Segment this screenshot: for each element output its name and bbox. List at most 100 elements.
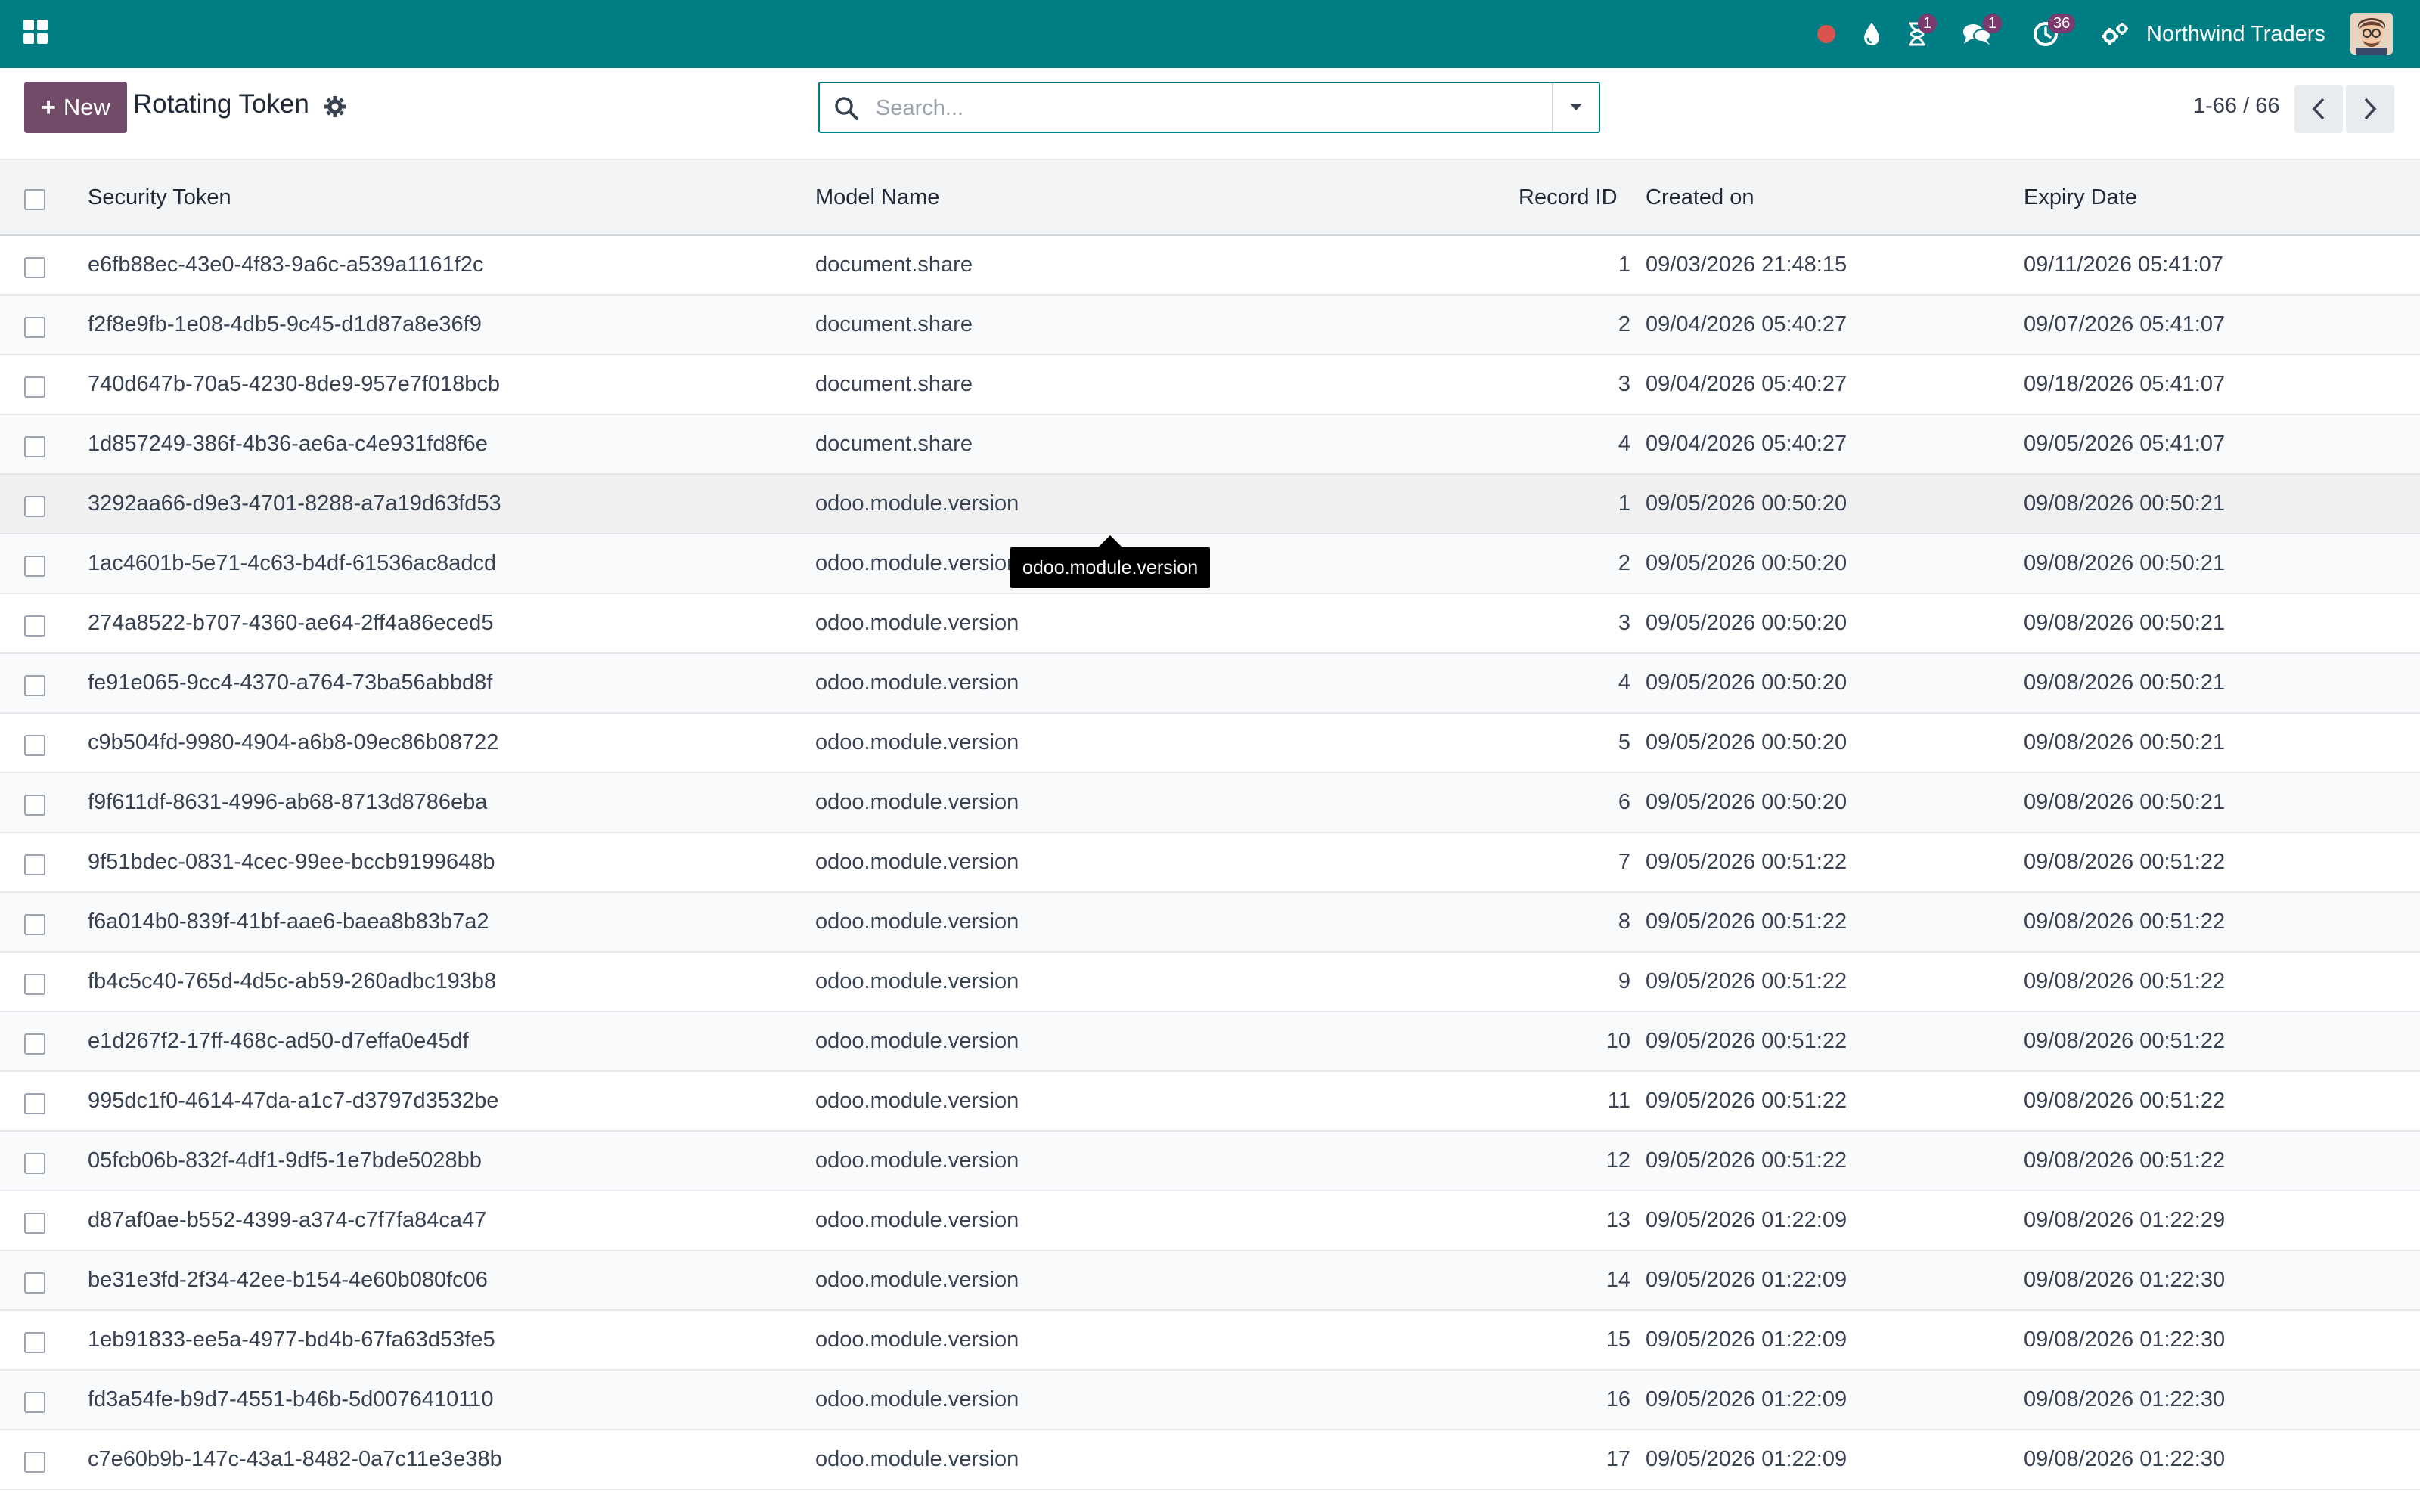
user-avatar[interactable] [2350,13,2393,55]
cell-model-name[interactable]: odoo.module.version [815,952,1519,1012]
table-row[interactable]: f2f8e9fb-1e08-4db5-9c45-d1d87a8e36f9 docu… [0,295,2420,355]
cell-model-name[interactable]: odoo.module.version [815,474,1519,534]
cell-security-token[interactable]: 1ac4601b-5e71-4c63-b4df-61536ac8adcd [76,534,815,594]
cell-model-name[interactable]: odoo.module.version [815,593,1519,654]
table-row[interactable]: fe91e065-9cc4-4370-a764-73ba56abbd8f odoo… [0,653,2420,714]
row-checkbox[interactable] [24,794,45,816]
column-header-model-name[interactable]: Model Name [815,160,1519,236]
table-row[interactable]: 740d647b-70a5-4230-8de9-957e7f018bcb docu… [0,355,2420,415]
activity-clock-icon[interactable] [2031,0,2060,68]
cell-record-id[interactable]: 11 [1519,1071,1646,1132]
table-row[interactable]: 3292aa66-d9e3-4701-8288-a7a19d63fd53 odoo… [0,474,2420,534]
cell-created-on[interactable]: 09/05/2026 01:22:09 [1646,1430,2024,1490]
cell-created-on[interactable]: 09/05/2026 00:50:20 [1646,534,2024,594]
cell-record-id[interactable]: 8 [1519,892,1646,953]
cell-model-name[interactable]: odoo.module.version [815,773,1519,833]
cell-expiry-date[interactable]: 09/07/2026 05:41:07 [2024,295,2420,355]
row-checkbox[interactable] [24,734,45,756]
cell-security-token[interactable]: d87af0ae-b552-4399-a374-c7f7fa84ca47 [76,1191,815,1251]
cell-record-id[interactable]: 9 [1519,952,1646,1012]
cell-created-on[interactable]: 09/05/2026 01:22:09 [1646,1191,2024,1251]
row-checkbox[interactable] [24,1331,45,1353]
table-row[interactable]: c7e60b9b-147c-43a1-8482-0a7c11e3e38b odoo… [0,1430,2420,1490]
cell-expiry-date[interactable]: 09/08/2026 00:50:21 [2024,653,2420,714]
cell-security-token[interactable]: 9f51bdec-0831-4cec-99ee-bccb9199648b [76,832,815,893]
cell-created-on[interactable]: 09/05/2026 00:50:20 [1646,713,2024,773]
table-row[interactable]: fd3a54fe-b9d7-4551-b46b-5d0076410110 odoo… [0,1370,2420,1430]
cell-created-on[interactable]: 09/05/2026 00:50:20 [1646,773,2024,833]
table-row[interactable]: f6a014b0-839f-41bf-aae6-baea8b83b7a2 odoo… [0,892,2420,953]
cell-expiry-date[interactable]: 09/08/2026 00:51:22 [2024,1012,2420,1072]
cell-model-name[interactable]: document.share [815,295,1519,355]
table-row[interactable]: fb4c5c40-765d-4d5c-ab59-260adbc193b8 odoo… [0,952,2420,1012]
cell-model-name[interactable]: odoo.module.version [815,653,1519,714]
cell-model-name[interactable]: odoo.module.version [815,1370,1519,1430]
table-row[interactable]: 1eb91833-ee5a-4977-bd4b-67fa63d53fe5 odoo… [0,1310,2420,1371]
column-header-expiry-date[interactable]: Expiry Date [2024,160,2420,236]
cell-security-token[interactable]: f2f8e9fb-1e08-4db5-9c45-d1d87a8e36f9 [76,295,815,355]
cell-expiry-date[interactable]: 09/08/2026 01:22:30 [2024,1430,2420,1490]
cell-model-name[interactable]: odoo.module.version [815,1310,1519,1371]
cell-security-token[interactable]: f9f611df-8631-4996-ab68-8713d8786eba [76,773,815,833]
cell-model-name[interactable]: odoo.module.version [815,1071,1519,1132]
row-checkbox[interactable] [24,1272,45,1294]
row-checkbox[interactable] [24,1092,45,1114]
cell-expiry-date[interactable]: 09/08/2026 00:50:21 [2024,534,2420,594]
table-row[interactable]: 1d857249-386f-4b36-ae6a-c4e931fd8f6e docu… [0,414,2420,475]
cell-expiry-date[interactable]: 09/08/2026 01:22:29 [2024,1191,2420,1251]
gear-icon[interactable] [324,95,346,118]
cell-expiry-date[interactable]: 09/08/2026 01:22:30 [2024,1310,2420,1371]
cell-security-token[interactable]: be31e3fd-2f34-42ee-b154-4e60b080fc06 [76,1250,815,1311]
row-checkbox[interactable] [24,1212,45,1234]
row-checkbox[interactable] [24,615,45,637]
cell-created-on[interactable]: 09/05/2026 00:51:22 [1646,832,2024,893]
new-button[interactable]: + New [24,82,127,133]
cell-model-name[interactable]: odoo.module.version [815,1191,1519,1251]
cell-security-token[interactable]: e1d267f2-17ff-468c-ad50-d7effa0e45df [76,1012,815,1072]
cell-expiry-date[interactable]: 09/08/2026 00:51:22 [2024,1131,2420,1191]
cell-security-token[interactable]: 1eb91833-ee5a-4977-bd4b-67fa63d53fe5 [76,1310,815,1371]
row-checkbox[interactable] [24,854,45,875]
cell-expiry-date[interactable]: 09/08/2026 00:50:21 [2024,773,2420,833]
cell-created-on[interactable]: 09/04/2026 05:40:27 [1646,355,2024,415]
table-row[interactable]: 05fcb06b-832f-4df1-9df5-1e7bde5028bb odoo… [0,1131,2420,1191]
table-row[interactable]: e6fb88ec-43e0-4f83-9a6c-a539a1161f2c docu… [0,235,2420,296]
cell-record-id[interactable]: 3 [1519,593,1646,654]
row-checkbox[interactable] [24,973,45,995]
cell-created-on[interactable]: 09/05/2026 00:50:20 [1646,593,2024,654]
cell-expiry-date[interactable]: 09/08/2026 00:50:21 [2024,474,2420,534]
cell-expiry-date[interactable]: 09/08/2026 00:50:21 [2024,713,2420,773]
cell-created-on[interactable]: 09/05/2026 00:51:22 [1646,1012,2024,1072]
cell-created-on[interactable]: 09/05/2026 00:50:20 [1646,653,2024,714]
row-checkbox[interactable] [24,555,45,577]
cell-created-on[interactable]: 09/05/2026 00:51:22 [1646,952,2024,1012]
cell-expiry-date[interactable]: 09/08/2026 00:50:21 [2024,593,2420,654]
cell-created-on[interactable]: 09/05/2026 01:22:09 [1646,1310,2024,1371]
cell-expiry-date[interactable]: 09/18/2026 05:41:07 [2024,355,2420,415]
pager-value[interactable]: 1-66 / 66 [2193,94,2279,119]
cell-security-token[interactable]: 05fcb06b-832f-4df1-9df5-1e7bde5028bb [76,1131,815,1191]
cell-expiry-date[interactable]: 09/08/2026 00:51:22 [2024,952,2420,1012]
droplet-icon[interactable] [1859,0,1885,68]
cell-expiry-date[interactable]: 09/05/2026 05:41:07 [2024,414,2420,475]
column-header-security-token[interactable]: Security Token [76,160,815,236]
cell-record-id[interactable]: 4 [1519,653,1646,714]
cell-expiry-date[interactable]: 09/11/2026 05:41:07 [2024,235,2420,296]
cell-expiry-date[interactable]: 09/08/2026 01:22:30 [2024,1370,2420,1430]
cell-model-name[interactable]: odoo.module.version [815,713,1519,773]
cell-model-name[interactable]: odoo.module.version [815,1012,1519,1072]
column-header-created-on[interactable]: Created on [1646,160,2024,236]
table-row[interactable]: c9b504fd-9980-4904-a6b8-09ec86b08722 odoo… [0,713,2420,773]
table-row[interactable]: 995dc1f0-4614-47da-a1c7-d3797d3532be odoo… [0,1071,2420,1132]
cell-security-token[interactable]: 740d647b-70a5-4230-8de9-957e7f018bcb [76,355,815,415]
row-checkbox[interactable] [24,495,45,517]
cell-record-id[interactable]: 10 [1519,1012,1646,1072]
cell-created-on[interactable]: 09/05/2026 00:51:22 [1646,1131,2024,1191]
apps-grid-icon[interactable] [23,19,48,45]
cell-record-id[interactable]: 16 [1519,1370,1646,1430]
row-checkbox[interactable] [24,376,45,398]
cell-expiry-date[interactable]: 09/08/2026 00:51:22 [2024,832,2420,893]
search-input[interactable] [874,89,1512,127]
cell-record-id[interactable]: 7 [1519,832,1646,893]
cell-record-id[interactable]: 12 [1519,1131,1646,1191]
